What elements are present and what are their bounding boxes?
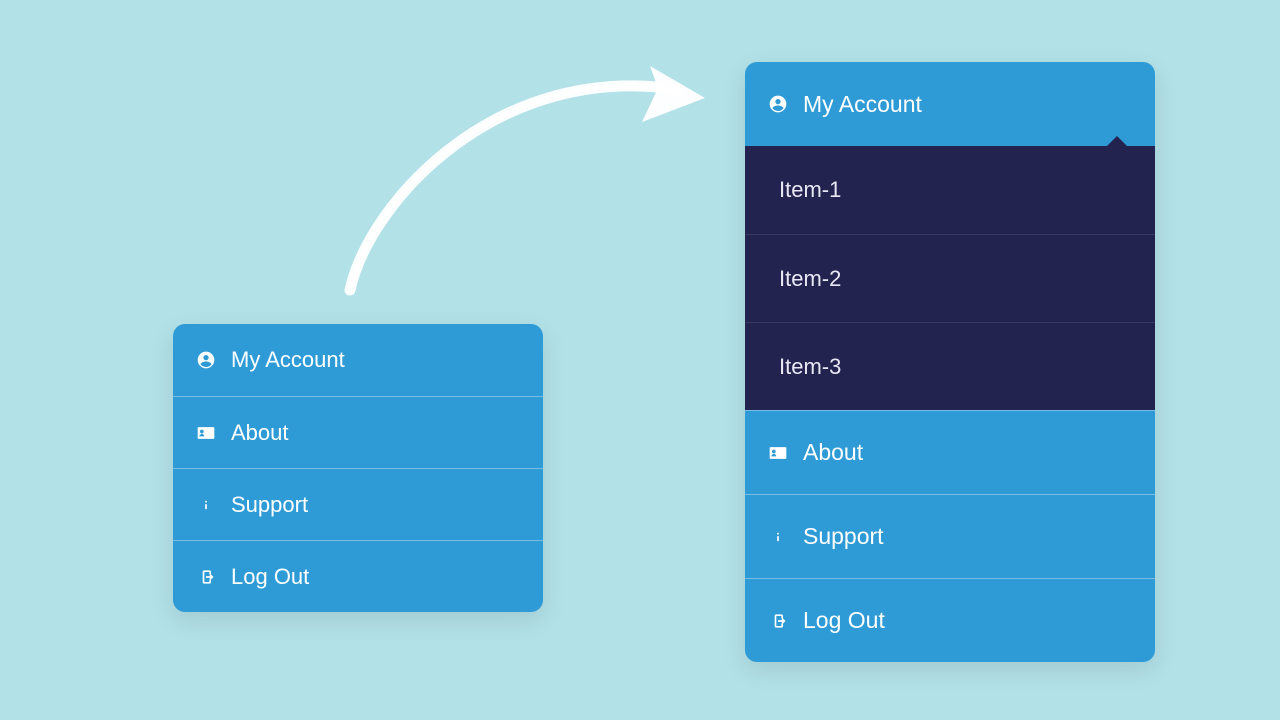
submenu-item-label: Item-1 [779, 177, 841, 203]
id-card-icon [195, 423, 217, 443]
menu-item-about[interactable]: About [173, 396, 543, 468]
menu-item-label: Support [803, 523, 884, 550]
info-icon [767, 527, 789, 547]
menu-item-label: Log Out [231, 564, 309, 590]
menu-item-log-out[interactable]: Log Out [745, 578, 1155, 662]
menu-item-label: My Account [803, 91, 922, 118]
submenu-item-3[interactable]: Item-3 [745, 322, 1155, 410]
menu-item-label: Support [231, 492, 308, 518]
arrow-illustration [310, 30, 740, 330]
menu-item-label: About [231, 420, 289, 446]
menu-item-about[interactable]: About [745, 410, 1155, 494]
user-circle-icon [195, 350, 217, 370]
menu-item-log-out[interactable]: Log Out [173, 540, 543, 612]
menu-item-label: Log Out [803, 607, 885, 634]
menu-item-my-account[interactable]: My Account [745, 62, 1155, 146]
submenu-item-label: Item-2 [779, 266, 841, 292]
sign-out-icon [195, 567, 217, 587]
user-circle-icon [767, 94, 789, 114]
dropdown-menu-collapsed: My Account About Support Log Out [173, 324, 543, 612]
menu-item-my-account[interactable]: My Account [173, 324, 543, 396]
menu-item-label: About [803, 439, 863, 466]
sign-out-icon [767, 611, 789, 631]
info-icon [195, 495, 217, 515]
id-card-icon [767, 443, 789, 463]
submenu-item-2[interactable]: Item-2 [745, 234, 1155, 322]
menu-item-label: My Account [231, 347, 345, 373]
submenu-item-label: Item-3 [779, 354, 841, 380]
submenu: Item-1 Item-2 Item-3 [745, 146, 1155, 410]
submenu-item-1[interactable]: Item-1 [745, 146, 1155, 234]
dropdown-menu-expanded: My Account Item-1 Item-2 Item-3 About Su… [745, 62, 1155, 662]
menu-item-support[interactable]: Support [173, 468, 543, 540]
menu-item-support[interactable]: Support [745, 494, 1155, 578]
